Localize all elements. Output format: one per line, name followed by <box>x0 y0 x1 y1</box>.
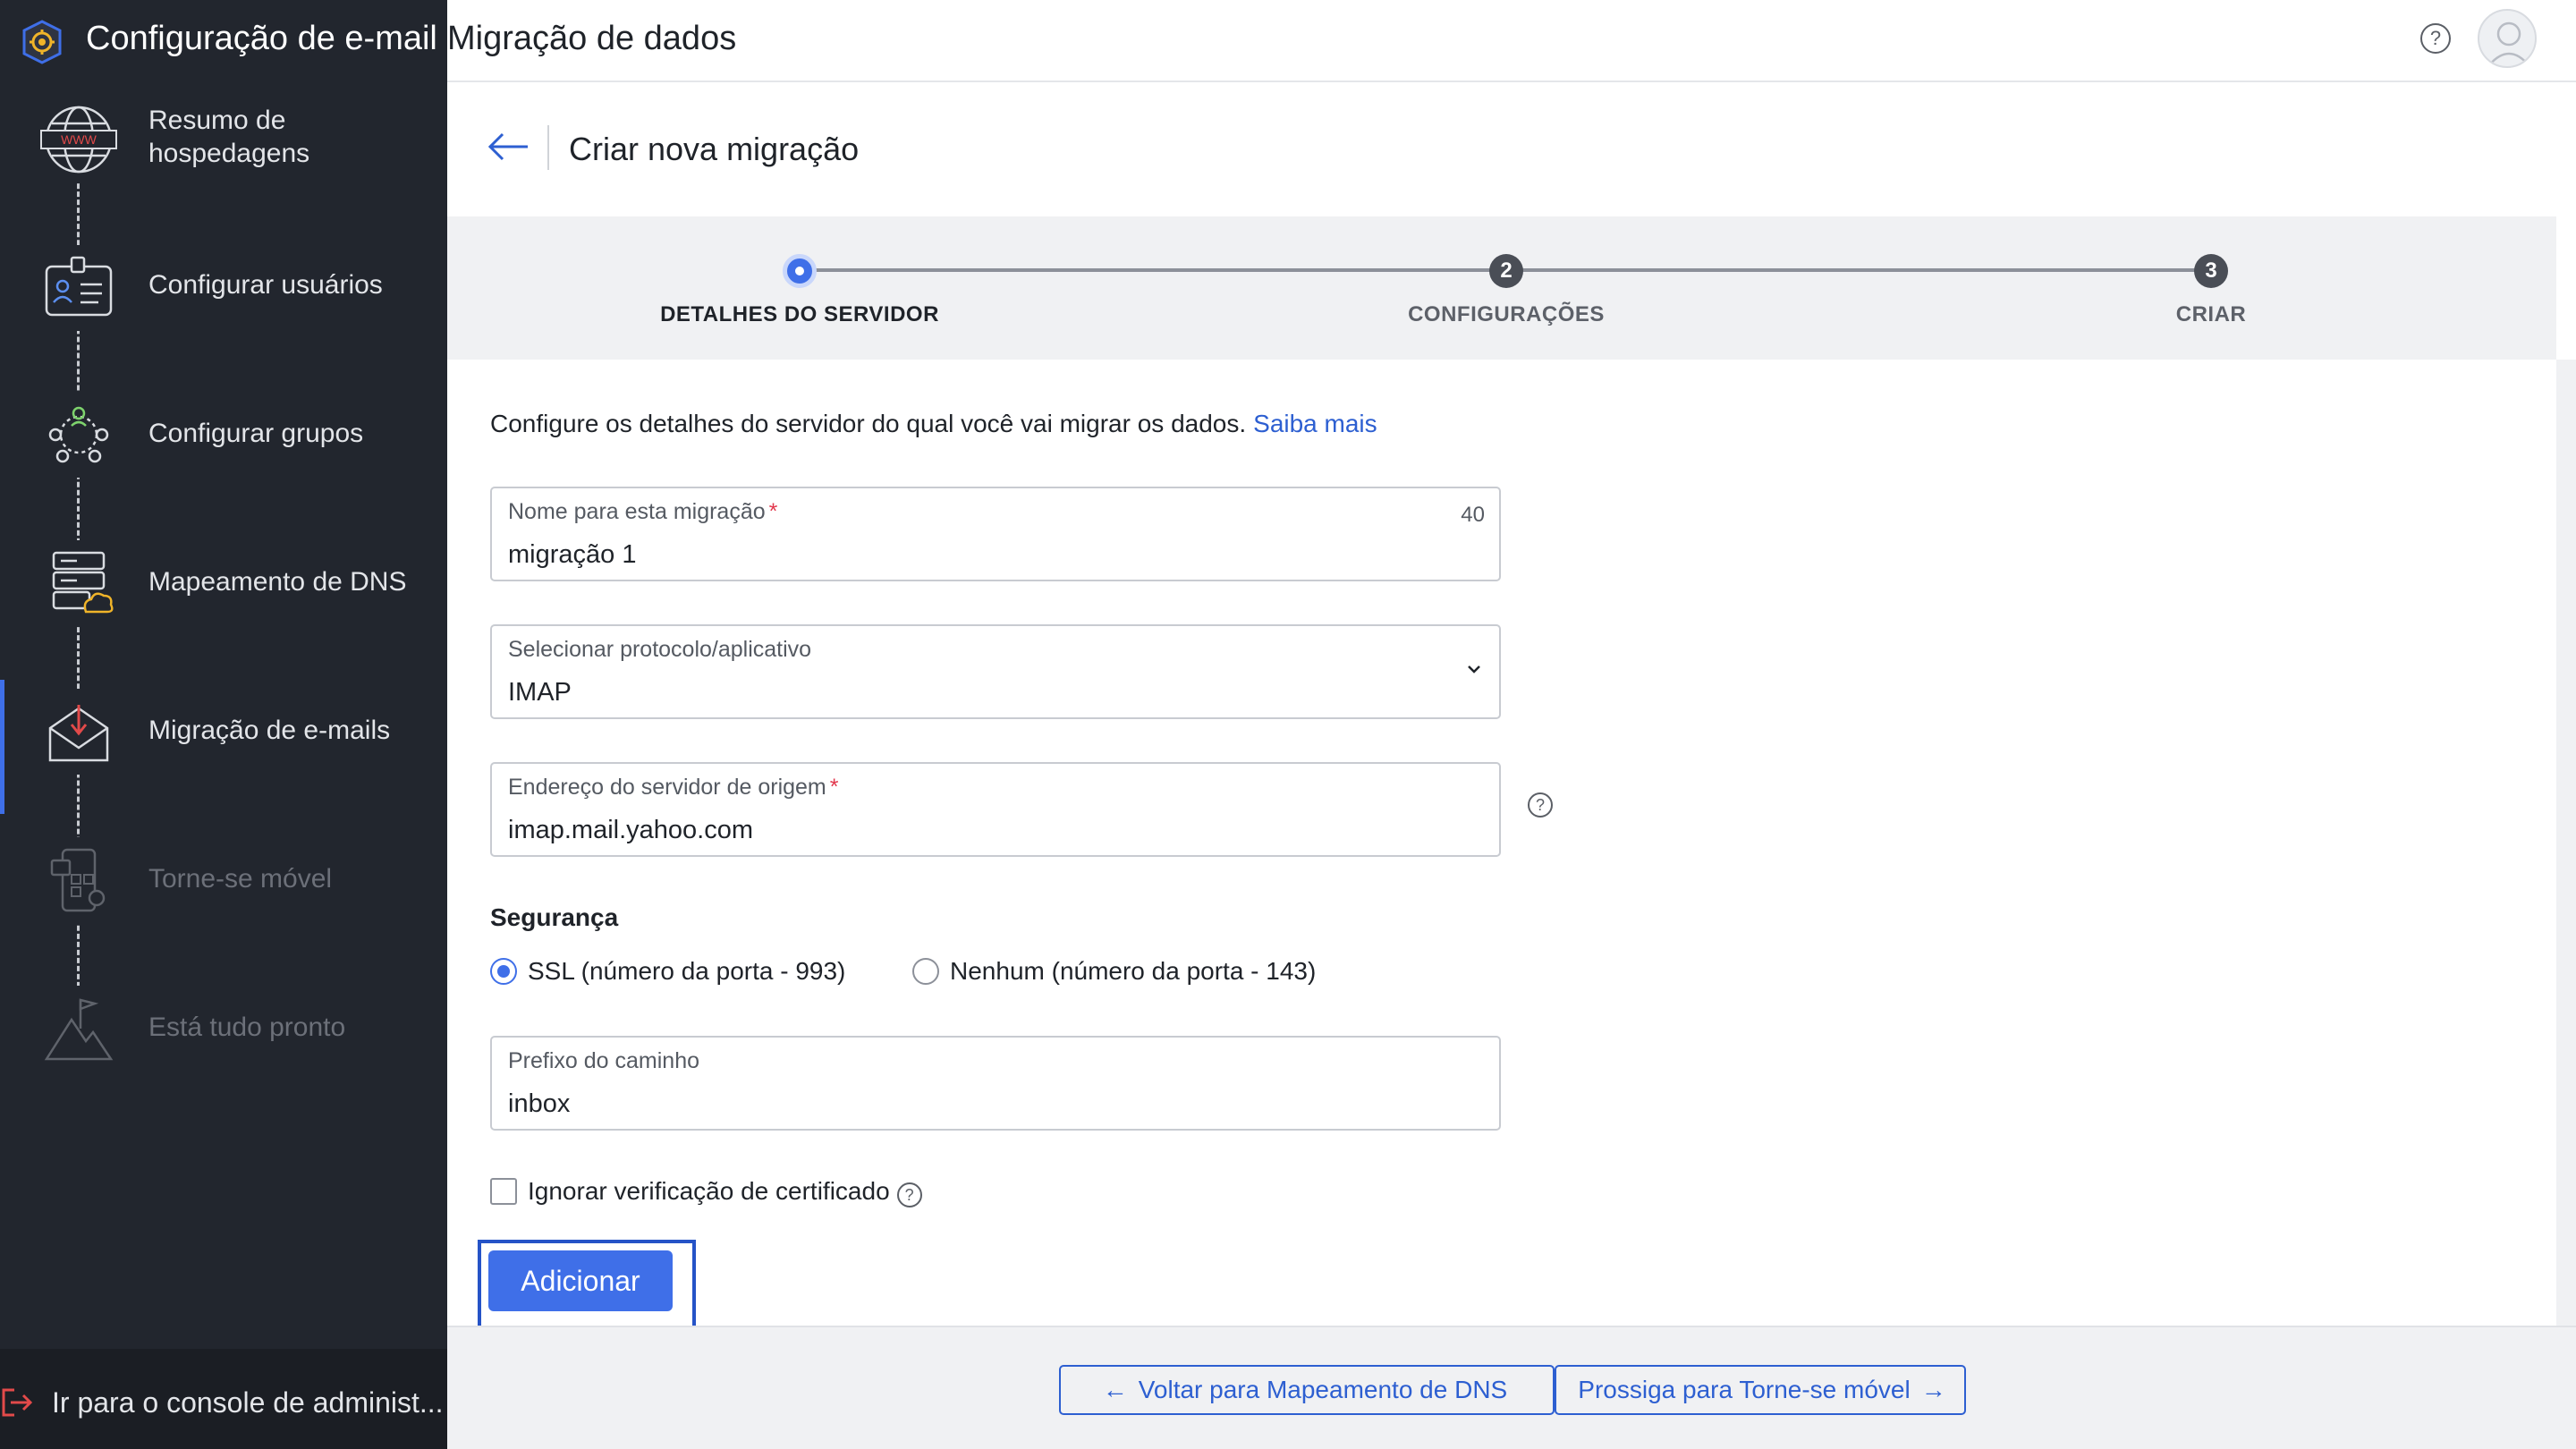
page-section-title: Migração de dados <box>447 20 737 57</box>
field-label: Selecionar protocolo/aplicativo <box>508 637 812 662</box>
svg-text:WWW: WWW <box>61 132 97 147</box>
sidebar-item-email-migration[interactable]: Migração de e-mails <box>0 680 447 814</box>
admin-console-link[interactable]: Ir para o console de administ... <box>0 1349 447 1449</box>
sidebar-item-label: Resumo de hospedagens <box>148 106 310 168</box>
sidebar-item-configure-groups[interactable]: Configurar grupos <box>0 383 447 517</box>
step-3-label: CRIAR <box>2175 302 2247 326</box>
top-bar: Migração de dados ? <box>447 0 2576 82</box>
brand-header: Configuração de e-mail <box>0 0 447 82</box>
sidebar-item-label: Migração de e-mails <box>148 716 391 745</box>
path-prefix-field[interactable]: Prefixo do caminho inbox <box>490 1036 1501 1131</box>
migration-form: Configure os detalhes do servidor do qua… <box>447 360 2556 1331</box>
source-server-input[interactable]: imap.mail.yahoo.com <box>508 816 1402 845</box>
sidebar-item-configure-users[interactable]: Configurar usuários <box>0 234 447 369</box>
page-header: Criar nova migração <box>447 84 2556 216</box>
field-label: Nome para esta migração * <box>508 499 778 524</box>
admin-console-label: Ir para o console de administ... <box>52 1386 444 1419</box>
back-arrow-icon[interactable] <box>487 129 531 165</box>
sidebar-item-dns-mapping[interactable]: Mapeamento de DNS <box>0 531 447 665</box>
learn-more-link[interactable]: Saiba mais <box>1253 410 1377 437</box>
ignore-cert-label: Ignorar verificação de certificado <box>528 1177 890 1205</box>
scrollbar-track[interactable] <box>2556 360 2576 1326</box>
intro-text: Configure os detalhes do servidor do qua… <box>490 410 1247 437</box>
step-1-label: DETALHES DO SERVIDOR <box>660 302 939 326</box>
help-icon[interactable]: ? <box>2420 23 2451 54</box>
arrow-left-icon: ← <box>1102 1376 1128 1403</box>
radio-ssl-control[interactable] <box>490 958 517 985</box>
radio-none[interactable]: Nenhum (número da porta - 143) <box>912 957 1316 986</box>
settings-gear-logo-icon <box>22 20 62 64</box>
step-1-dot <box>783 254 817 288</box>
source-server-field[interactable]: Endereço do servidor de origem * imap.mai… <box>490 762 1501 857</box>
footer-nav: ← Voltar para Mapeamento de DNS Prossiga… <box>447 1326 2576 1449</box>
next-go-mobile-label: Prossiga para Torne-se móvel <box>1578 1376 1911 1403</box>
back-to-dns-label: Voltar para Mapeamento de DNS <box>1138 1376 1508 1403</box>
security-title: Segurança <box>490 903 619 931</box>
form-intro: Configure os detalhes do servidor do qua… <box>490 410 1377 438</box>
sidebar-item-label: Configurar usuários <box>148 270 383 300</box>
path-prefix-input[interactable]: inbox <box>508 1089 1402 1119</box>
sidebar-item-label: Está tudo pronto <box>148 1013 346 1042</box>
migration-stepper: 2 3 DETALHES DO SERVIDOR CONFIGURAÇÕES C… <box>447 216 2556 360</box>
radio-none-label: Nenhum (número da porta - 143) <box>950 957 1317 985</box>
step-2-dot: 2 <box>1489 254 1523 288</box>
char-counter: 40 <box>1461 503 1485 527</box>
protocol-select[interactable]: Selecionar protocolo/aplicativo IMAP <box>490 624 1501 719</box>
sidebar-item-label: Configurar grupos <box>148 419 364 448</box>
globe-www-icon: WWW <box>36 97 122 182</box>
migration-name-field[interactable]: Nome para esta migração * 40 migração 1 <box>490 487 1501 581</box>
sidebar-item-hosting-summary[interactable]: WWW Resumo de hospedagens <box>0 89 447 224</box>
protocol-selected-value: IMAP <box>508 678 572 707</box>
exit-arrow-icon <box>2 1388 33 1417</box>
arrow-right-icon: → <box>1920 1376 1946 1403</box>
radio-ssl[interactable]: SSL (número da porta - 993) <box>490 957 845 986</box>
user-card-icon <box>36 245 122 331</box>
cert-help-icon[interactable]: ? <box>896 1182 922 1208</box>
ignore-cert-checkbox[interactable] <box>490 1178 517 1205</box>
sidebar: Configuração de e-mail WWW Resumo de hos… <box>0 0 447 1449</box>
next-go-mobile-button[interactable]: Prossiga para Torne-se móvel → <box>1555 1365 1966 1415</box>
radio-ssl-label: SSL (número da porta - 993) <box>528 957 846 985</box>
radio-none-control[interactable] <box>912 958 939 985</box>
chevron-down-icon <box>1468 665 1480 674</box>
step-3-dot: 3 <box>2194 254 2228 288</box>
sidebar-item-label: Mapeamento de DNS <box>148 567 407 597</box>
user-silhouette-icon <box>2487 21 2530 66</box>
mountain-flag-icon <box>36 986 122 1072</box>
avatar[interactable] <box>2478 9 2537 68</box>
add-button[interactable]: Adicionar <box>488 1250 673 1311</box>
app-title: Configuração de e-mail <box>86 20 437 57</box>
field-label: Prefixo do caminho <box>508 1048 700 1073</box>
server-cloud-icon <box>36 540 122 626</box>
sidebar-item-label: Torne-se móvel <box>148 864 333 894</box>
step-2-label: CONFIGURAÇÕES <box>1408 302 1605 326</box>
field-label: Endereço do servidor de origem * <box>508 775 839 800</box>
ignore-cert-option[interactable]: Ignorar verificação de certificado ? <box>490 1177 922 1208</box>
sidebar-item-go-mobile[interactable]: Torne-se móvel <box>0 828 447 962</box>
header-divider <box>547 125 549 170</box>
mobile-apps-icon <box>36 837 122 923</box>
server-help-icon[interactable]: ? <box>1528 792 1553 818</box>
sidebar-item-all-set[interactable]: Está tudo pronto <box>0 977 447 1111</box>
envelope-download-icon <box>36 689 122 775</box>
migration-name-input[interactable]: migração 1 <box>508 540 1402 570</box>
page-title: Criar nova migração <box>569 131 860 167</box>
group-network-icon <box>36 392 122 478</box>
back-to-dns-button[interactable]: ← Voltar para Mapeamento de DNS <box>1059 1365 1555 1415</box>
